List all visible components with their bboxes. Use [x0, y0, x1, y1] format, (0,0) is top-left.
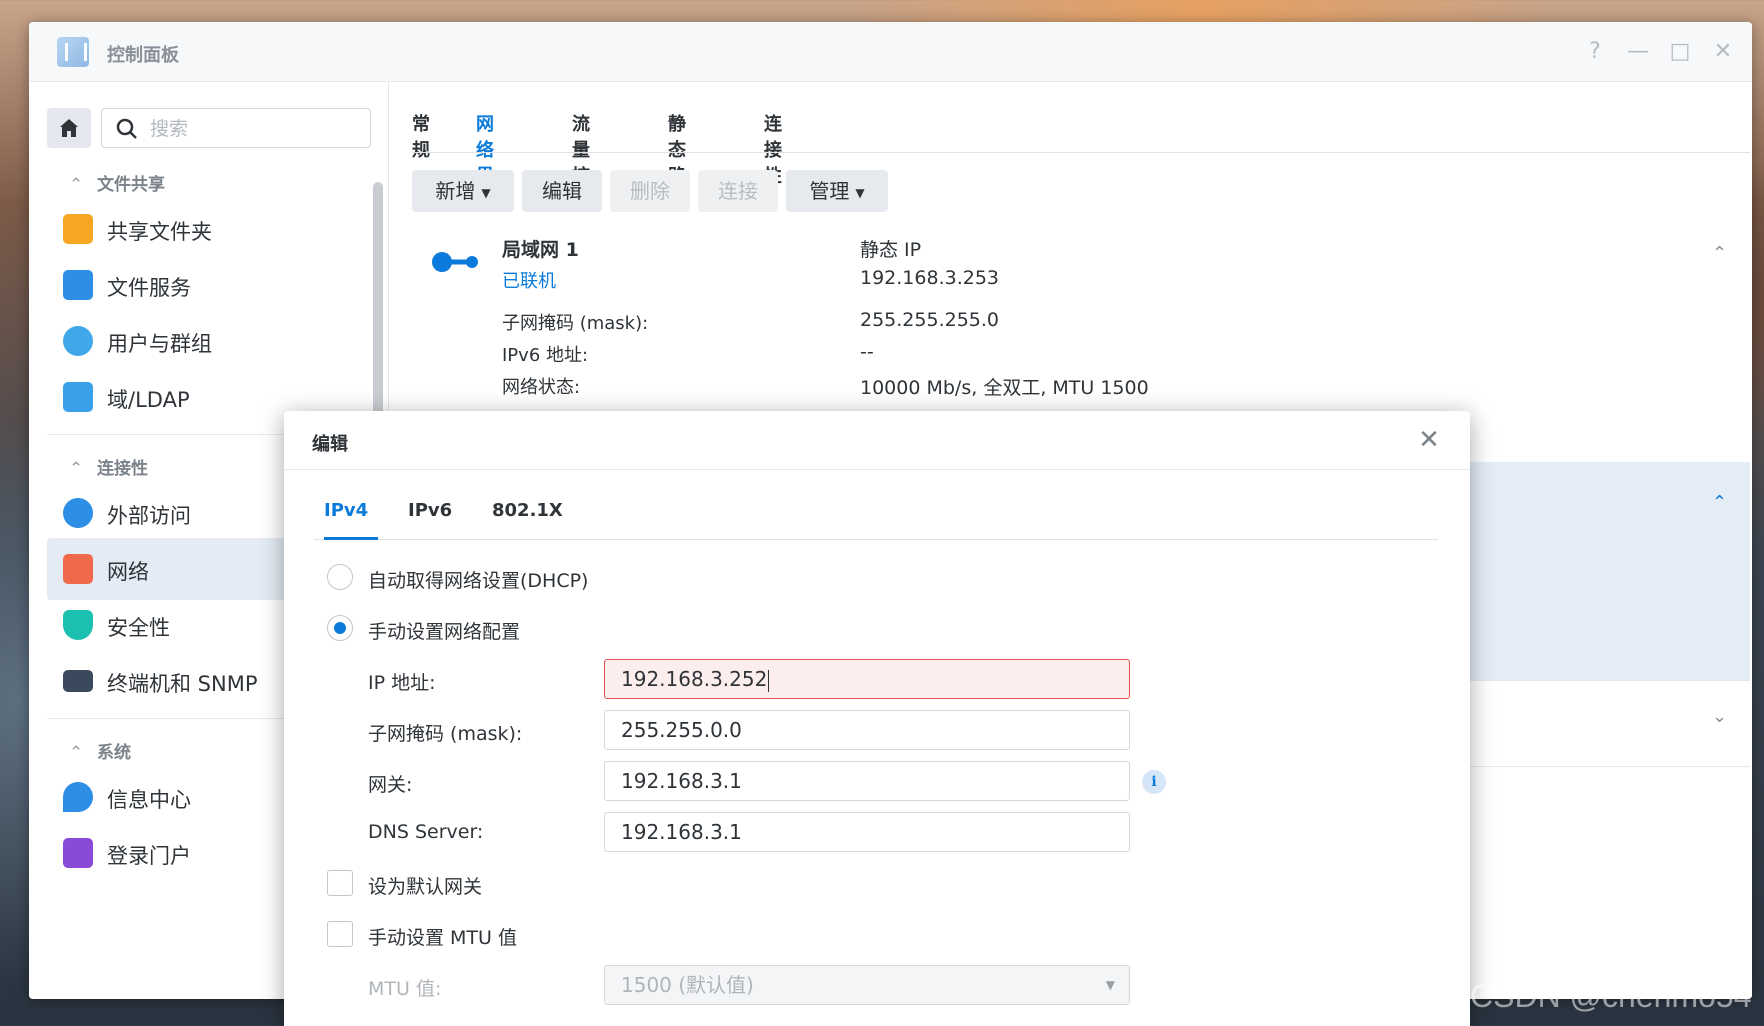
sidebar-item-label: 终端机和 SNMP — [107, 672, 258, 696]
net-status-label: 网络状态: — [502, 377, 581, 398]
dns-label: DNS Server: — [368, 821, 484, 843]
sidebar-item-label: 信息中心 — [107, 788, 191, 812]
sidebar-item-file-services[interactable]: 文件服务 — [47, 254, 367, 316]
mask-input[interactable]: 255.255.0.0 — [604, 710, 1130, 750]
caret-down-icon: ▼ — [1105, 978, 1115, 992]
delete-button[interactable]: 删除 — [610, 170, 690, 212]
control-panel-icon — [57, 37, 89, 67]
sidebar-item-label: 文件服务 — [107, 276, 191, 300]
default-gateway-checkbox[interactable] — [327, 870, 353, 896]
lan-status: 已联机 — [502, 271, 556, 292]
manage-button[interactable]: 管理 ▼ — [786, 170, 888, 212]
ip-address-label: IP 地址: — [368, 672, 436, 694]
create-button[interactable]: 新增 ▼ — [412, 170, 514, 212]
mask-label: 子网掩码 (mask): — [368, 723, 523, 745]
tab-ipv6[interactable]: IPv6 — [408, 500, 452, 521]
shield-icon — [63, 610, 93, 640]
tab-ipv4[interactable]: IPv4 — [324, 500, 368, 521]
window-title: 控制面板 — [107, 45, 179, 66]
login-portal-icon — [63, 838, 93, 868]
close-window-button[interactable]: ✕ — [1709, 38, 1737, 66]
help-button[interactable]: ? — [1581, 38, 1609, 66]
tab-divider — [412, 152, 1750, 153]
connect-button[interactable]: 连接 — [698, 170, 778, 212]
manual-mtu-checkbox[interactable] — [327, 921, 353, 947]
section-connectivity[interactable]: ⌃ 连接性 — [69, 454, 148, 479]
default-gateway-label: 设为默认网关 — [368, 876, 483, 898]
tab-8021x[interactable]: 802.1X — [492, 500, 563, 521]
search-box[interactable] — [101, 108, 371, 148]
mask-value: 255.255.255.0 — [860, 309, 1000, 331]
active-tab-indicator — [324, 537, 378, 540]
title-bar: 控制面板 ? — □ ✕ — [29, 22, 1752, 82]
home-icon — [60, 119, 78, 137]
lan-connected-icon — [432, 252, 478, 272]
external-access-icon — [63, 498, 93, 528]
sidebar-item-users-groups[interactable]: 用户与群组 — [47, 310, 367, 372]
ipv6-value: -- — [860, 341, 874, 363]
dhcp-label: 自动取得网络设置(DHCP) — [368, 570, 589, 592]
mtu-select[interactable]: 1500 (默认值) ▼ — [604, 965, 1130, 1005]
sidebar-item-shared-folder[interactable]: 共享文件夹 — [47, 198, 367, 260]
watermark: CSDN @chenmo54 — [1470, 978, 1752, 1014]
edit-button[interactable]: 编辑 — [522, 170, 602, 212]
ip-mode: 静态 IP — [860, 239, 922, 261]
mask-label: 子网掩码 (mask): — [502, 313, 649, 334]
sidebar-item-label: 共享文件夹 — [107, 220, 212, 244]
home-button[interactable] — [47, 108, 91, 148]
sidebar-item-label: 登录门户 — [107, 844, 191, 868]
dialog-title-bar: 编辑 ✕ — [284, 411, 1470, 470]
chevron-up-icon: ⌃ — [69, 175, 84, 195]
ipv6-label: IPv6 地址: — [502, 345, 589, 366]
lan-1-row[interactable]: 局域网 1 已联机 静态 IP 192.168.3.253 子网掩码 (mask… — [412, 217, 1750, 437]
chevron-up-icon: ⌃ — [69, 459, 84, 479]
dialog-tab-divider — [314, 539, 1438, 540]
section-system[interactable]: ⌃ 系统 — [69, 738, 131, 763]
info-center-icon — [63, 782, 93, 812]
sidebar-item-label: 网络 — [107, 560, 149, 584]
chevron-up-icon[interactable]: ⌃ — [1712, 243, 1727, 264]
net-status-value: 10000 Mb/s, 全双工, MTU 1500 — [860, 377, 1149, 399]
sidebar-item-label: 用户与群组 — [107, 332, 212, 356]
sidebar-item-label: 外部访问 — [107, 504, 191, 528]
sidebar-item-label: 域/LDAP — [107, 388, 190, 412]
gateway-input[interactable]: 192.168.3.1 — [604, 761, 1130, 801]
manual-mtu-label: 手动设置 MTU 值 — [368, 927, 517, 949]
chevron-up-icon[interactable]: ⌃ — [1712, 492, 1727, 513]
dialog-title: 编辑 — [312, 434, 348, 455]
manual-config-radio[interactable] — [327, 615, 353, 641]
search-input[interactable] — [150, 117, 350, 141]
manual-config-label: 手动设置网络配置 — [368, 621, 521, 643]
tab-general[interactable]: 常规 — [412, 110, 430, 162]
caret-down-icon: ▼ — [481, 185, 491, 200]
sidebar-item-label: 安全性 — [107, 616, 170, 640]
lan-name: 局域网 1 — [502, 239, 579, 261]
close-icon[interactable]: ✕ — [1414, 425, 1444, 455]
edit-dialog: 编辑 ✕ IPv4 IPv6 802.1X 自动取得网络设置(DHCP) 手动设… — [284, 411, 1470, 1026]
file-services-icon — [63, 270, 93, 300]
chevron-down-icon[interactable]: ⌄ — [1712, 706, 1727, 727]
gateway-label: 网关: — [368, 774, 413, 796]
section-file-sharing[interactable]: ⌃ 文件共享 — [69, 170, 165, 195]
ip-address-value: 192.168.3.253 — [860, 267, 1000, 289]
network-home-icon — [63, 554, 93, 584]
minimize-button[interactable]: — — [1624, 38, 1652, 66]
domain-icon — [63, 382, 93, 412]
terminal-icon — [63, 670, 93, 692]
dhcp-radio[interactable] — [327, 564, 353, 590]
mtu-label: MTU 值: — [368, 978, 442, 1000]
dns-input[interactable]: 192.168.3.1 — [604, 812, 1130, 852]
folder-icon — [63, 214, 93, 244]
chevron-up-icon: ⌃ — [69, 743, 84, 763]
maximize-button[interactable]: □ — [1666, 38, 1694, 66]
ip-address-input[interactable]: 192.168.3.252 — [604, 659, 1130, 699]
caret-down-icon: ▼ — [855, 185, 865, 200]
search-icon — [116, 118, 137, 139]
info-icon[interactable]: i — [1142, 770, 1166, 794]
users-icon — [63, 326, 93, 356]
